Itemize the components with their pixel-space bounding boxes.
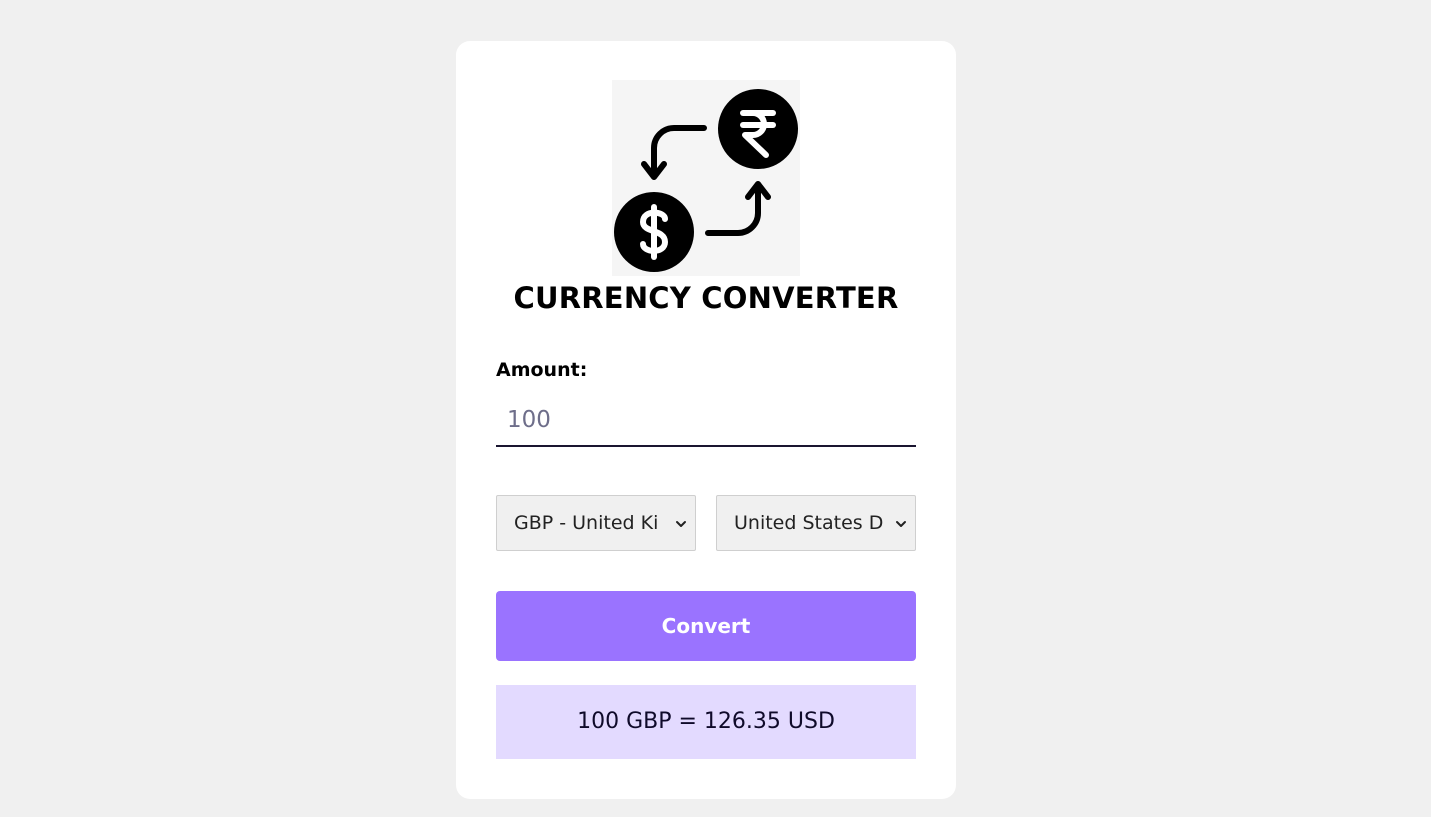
chevron-down-icon	[896, 521, 906, 527]
chevron-down-icon	[676, 521, 686, 527]
from-currency-value: GBP - United Ki	[514, 512, 659, 534]
currency-exchange-icon	[612, 80, 800, 276]
amount-input[interactable]	[496, 394, 916, 447]
convert-button[interactable]: Convert	[496, 591, 916, 661]
page-title: CURRENCY CONVERTER	[513, 281, 899, 315]
to-currency-select[interactable]: United States D	[716, 495, 916, 551]
to-currency-value: United States D	[734, 512, 884, 534]
conversion-result: 100 GBP = 126.35 USD	[496, 685, 916, 759]
amount-label: Amount:	[496, 359, 588, 381]
from-currency-select[interactable]: GBP - United Ki	[496, 495, 696, 551]
converter-card: CURRENCY CONVERTER Amount: GBP - United …	[456, 41, 956, 799]
